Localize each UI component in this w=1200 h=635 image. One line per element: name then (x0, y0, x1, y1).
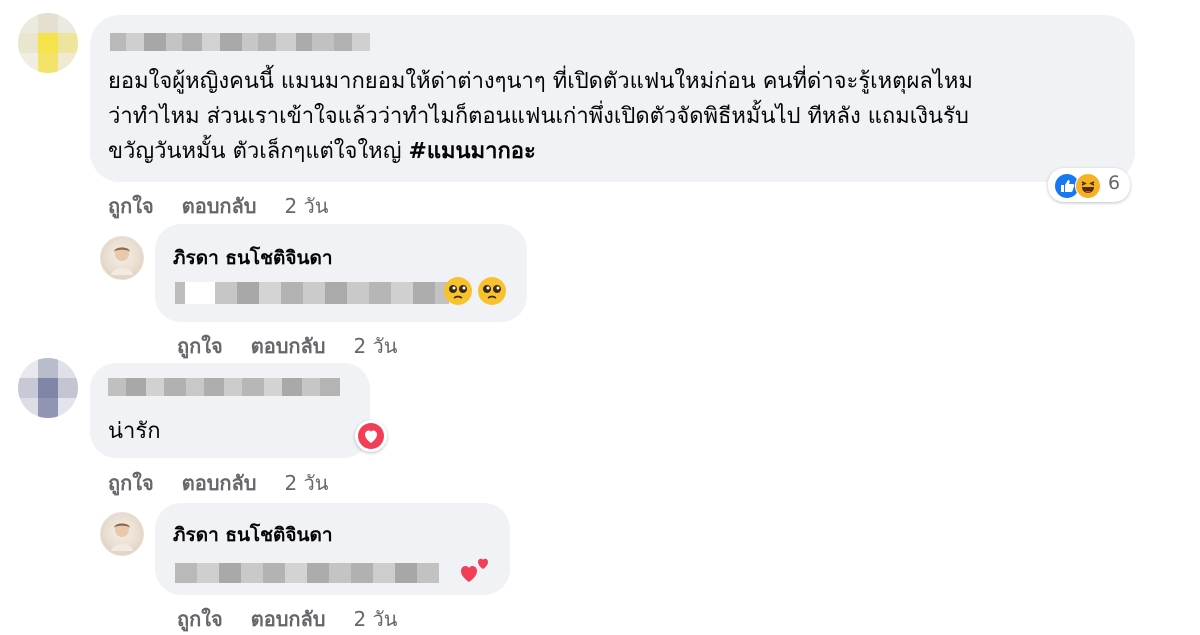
commenter-avatar[interactable] (18, 13, 78, 73)
reply-button[interactable]: ตอบกลับ (251, 330, 326, 362)
reply-text-blurred (175, 563, 439, 583)
reply-actions: ถูกใจ ตอบกลับ 2 วัน (177, 330, 397, 362)
two-hearts-icon (458, 555, 492, 585)
like-button[interactable]: ถูกใจ (108, 467, 154, 499)
pleading-face-icon (444, 277, 472, 305)
timestamp[interactable]: 2 วัน (353, 603, 397, 635)
love-icon (358, 423, 384, 449)
timestamp[interactable]: 2 วัน (284, 467, 328, 499)
reply-bubble (155, 224, 527, 322)
like-button[interactable]: ถูกใจ (177, 603, 223, 635)
comment-line: ขวัญวันหมั้น ตัวเล็กๆแต่ใจใหญ่ #แมนมากอะ (108, 134, 1128, 169)
comment-line: ว่าทำไหม ส่วนเราเข้าใจแล้วว่าทำไมก็ตอนแฟ… (108, 104, 969, 129)
reply-actions: ถูกใจ ตอบกลับ 2 วัน (177, 603, 397, 635)
reply-avatar[interactable] (100, 512, 144, 556)
reaction-summary[interactable]: 6 (1048, 168, 1130, 202)
reply-author[interactable]: ภิรดา ธนโชติจินดา (173, 520, 333, 550)
love-reaction[interactable] (355, 420, 387, 452)
comment-text: น่ารัก (108, 419, 161, 444)
reply-emoji (444, 277, 506, 305)
comment-line: ยอมใจผู้หญิงคนนี้ แมนมากยอมให้ด่าต่างๆนา… (108, 69, 973, 94)
commenter-name-blurred[interactable] (108, 378, 340, 396)
comment-text: ยอมใจผู้หญิงคนนี้ แมนมากยอมให้ด่าต่างๆนา… (108, 64, 1128, 169)
reply-avatar[interactable] (100, 236, 144, 280)
comment-actions: ถูกใจ ตอบกลับ 2 วัน (108, 190, 328, 222)
commenter-name-blurred[interactable] (110, 33, 370, 51)
pleading-face-icon (478, 277, 506, 305)
commenter-avatar[interactable] (18, 358, 78, 418)
reply-button[interactable]: ตอบกลับ (182, 467, 257, 499)
hashtag-link[interactable]: #แมนมากอะ (408, 139, 535, 164)
timestamp[interactable]: 2 วัน (353, 330, 397, 362)
like-button[interactable]: ถูกใจ (108, 190, 154, 222)
timestamp[interactable]: 2 วัน (284, 190, 328, 222)
like-button[interactable]: ถูกใจ (177, 330, 223, 362)
comment-line-text: ขวัญวันหมั้น ตัวเล็กๆแต่ใจใหญ่ (108, 139, 409, 164)
reply-button[interactable]: ตอบกลับ (251, 603, 326, 635)
reply-button[interactable]: ตอบกลับ (182, 190, 257, 222)
reaction-count: 6 (1108, 172, 1121, 194)
laugh-icon (1075, 173, 1101, 199)
reply-text-blurred (175, 282, 449, 304)
reply-author[interactable]: ภิรดา ธนโชติจินดา (173, 243, 333, 273)
comment-actions: ถูกใจ ตอบกลับ 2 วัน (108, 467, 328, 499)
